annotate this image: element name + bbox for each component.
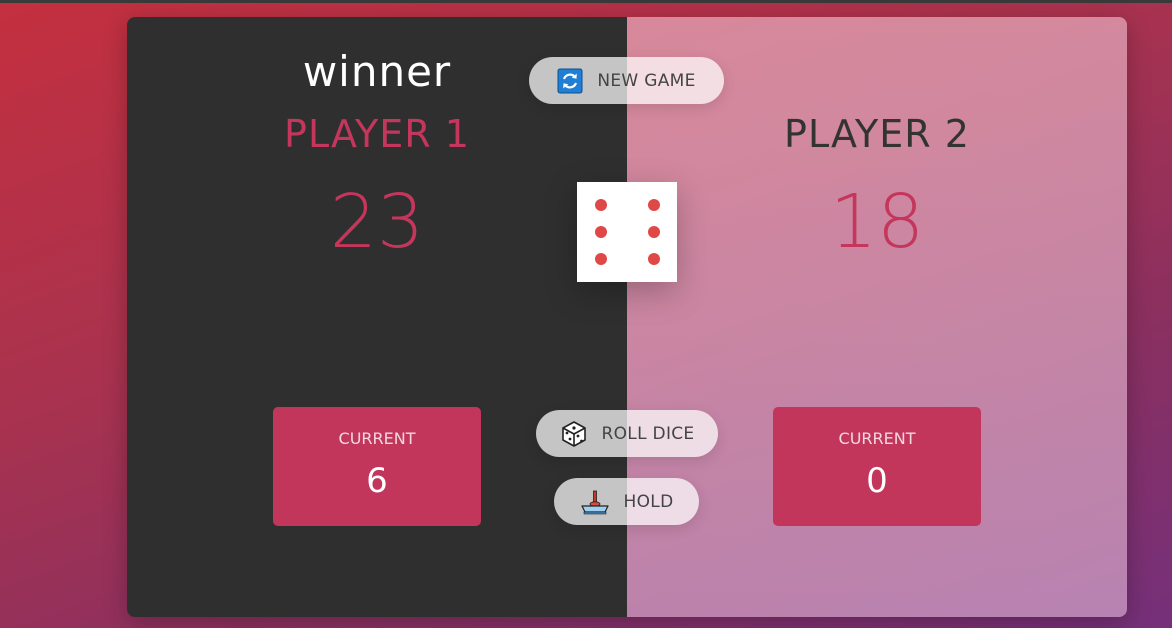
dice-pip — [648, 226, 660, 238]
player-2-score: 18 — [829, 179, 925, 265]
player-2-panel: PLAYER 2 18 CURRENT 0 — [627, 17, 1127, 617]
player-2-name: PLAYER 2 — [784, 112, 970, 156]
new-game-button[interactable]: NEW GAME — [529, 57, 724, 104]
player-2-current-box: CURRENT 0 — [773, 407, 981, 526]
new-game-label: NEW GAME — [597, 70, 696, 91]
hold-label: HOLD — [623, 491, 674, 512]
roll-dice-label: ROLL DICE — [601, 423, 695, 444]
dice-pip — [595, 253, 607, 265]
player-1-score: 23 — [329, 179, 425, 265]
dice-pip — [595, 226, 607, 238]
hold-button[interactable]: HOLD — [554, 478, 699, 525]
dice-face — [577, 182, 677, 282]
player-1-current-label: CURRENT — [338, 429, 416, 448]
player-1-panel: winner PLAYER 1 23 CURRENT 6 — [127, 17, 627, 617]
player-1-name: PLAYER 1 — [284, 112, 470, 156]
game-board: winner PLAYER 1 23 CURRENT 6 PLAYER 2 18… — [127, 17, 1127, 617]
top-border — [0, 0, 1172, 3]
joystick-icon — [580, 489, 610, 515]
dice-pip — [648, 253, 660, 265]
player-1-current-box: CURRENT 6 — [273, 407, 481, 526]
dice-pip — [595, 199, 607, 211]
dice-pip — [648, 199, 660, 211]
player-1-current-value: 6 — [366, 461, 388, 501]
player-2-current-value: 0 — [866, 461, 888, 501]
dice-icon — [560, 420, 588, 448]
refresh-icon — [557, 68, 583, 94]
roll-dice-button[interactable]: ROLL DICE — [536, 410, 718, 457]
player-2-current-label: CURRENT — [838, 429, 916, 448]
